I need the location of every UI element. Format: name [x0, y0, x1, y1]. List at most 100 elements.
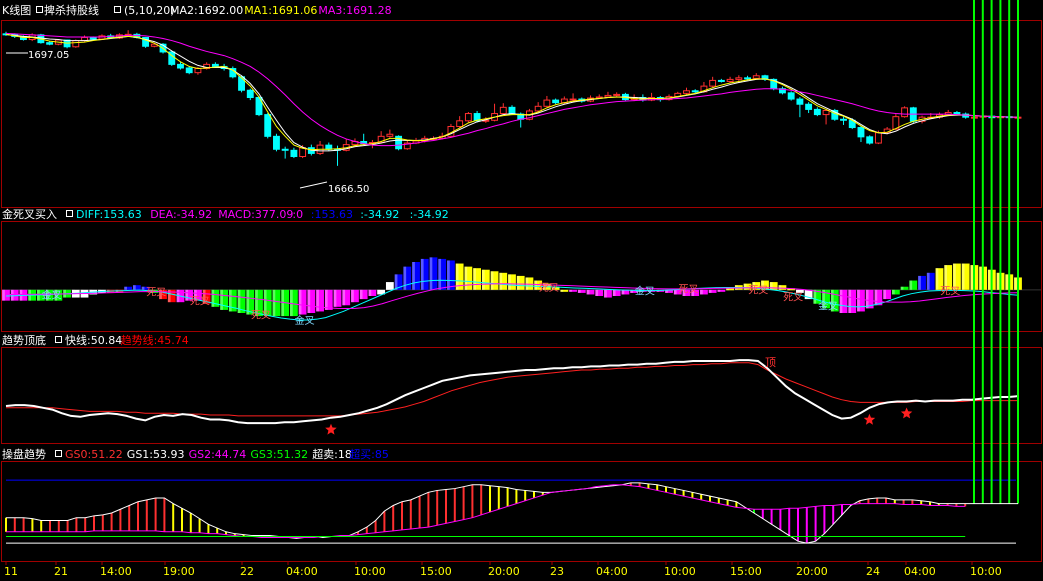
multi-panel-chart[interactable]: K线图 捭杀持股线 (5,10,20) MA2:1692.00 MA1:1691.… [0, 0, 1043, 581]
macd-legend-item: :-34.92 [360, 208, 399, 221]
death-cross-signal: 死叉 [940, 286, 960, 298]
macd-bar-highlight [342, 289, 346, 306]
kline-legend-item: MA1:1691.06 [244, 4, 317, 17]
gold-cross-signal: 金叉 [635, 285, 655, 298]
stock-chart-window: K线图 捭杀持股线 (5,10,20) MA2:1692.00 MA1:1691.… [0, 0, 1043, 581]
macd-bar-highlight [438, 258, 442, 290]
macd-bar-highlight [429, 257, 433, 290]
time-axis-label: 20:00 [796, 565, 828, 578]
macd-bar-highlight [891, 289, 895, 295]
macd-bar-highlight [298, 289, 302, 315]
macd-bar-highlight [534, 280, 538, 290]
macd-legend-item: DEA:-34.92 [150, 208, 212, 221]
kline-indicator-name[interactable]: 捭杀持股线 [44, 3, 99, 17]
macd-bar-highlight [508, 274, 511, 290]
candle-body [604, 94, 612, 98]
candle-body [46, 42, 54, 45]
trend-collapse-box[interactable] [55, 336, 62, 343]
macd-bar-highlight [926, 272, 930, 290]
oper-gs2-line [6, 484, 966, 538]
candle-body [89, 36, 97, 40]
ma-line-ma1 [5, 33, 1018, 151]
candle-body [499, 106, 507, 115]
candle-body [866, 136, 874, 144]
time-axis-label: 21 [54, 565, 68, 578]
time-axis-label: 10:00 [354, 565, 386, 578]
candle-body [194, 68, 202, 74]
macd-collapse-box[interactable] [66, 210, 73, 217]
time-axis-label: 10:00 [664, 565, 696, 578]
candle-body [72, 40, 80, 48]
macd-legend-item: :-34.92 [410, 208, 449, 221]
candle-body [264, 114, 272, 137]
macd-bar-highlight [987, 269, 991, 290]
macd-bar-highlight [839, 289, 843, 313]
macd-bar-highlight [211, 289, 215, 307]
kline-title: K线图 [2, 3, 31, 17]
macd-bar-highlight [132, 285, 136, 290]
macd-bar-highlight [874, 289, 878, 306]
candle-body [691, 90, 699, 93]
macd-bar-highlight [708, 289, 712, 293]
macd-bar-highlight [124, 286, 127, 290]
macd-bar-highlight [220, 289, 223, 310]
kline-params-box[interactable] [114, 6, 121, 13]
kline-params[interactable]: (5,10,20) [124, 4, 175, 17]
candle-body [543, 99, 551, 107]
time-axis-label: 15:00 [730, 565, 762, 578]
time-axis-label: 14:00 [100, 565, 132, 578]
macd-bar-highlight [420, 258, 424, 290]
macd-bar-highlight [10, 289, 14, 301]
macd-bar-highlight [141, 286, 145, 290]
candle-body [787, 92, 795, 100]
buy-star-marker [900, 407, 913, 419]
candle-body [857, 127, 865, 138]
kline-min-label: 1666.50 [328, 184, 369, 195]
gold-cross-signal: 金叉 [295, 314, 315, 327]
macd-bar-highlight [970, 265, 974, 290]
oper-legend-item: GS1:53.93 [127, 448, 185, 461]
kline-collapse-box[interactable] [36, 6, 43, 13]
candle-body [552, 99, 560, 104]
macd-bar-highlight [604, 289, 607, 298]
macd-bar-highlight [272, 289, 276, 317]
oper-header: 操盘趋势 GS0:51.22 GS1:53.93 GS2:44.74 GS3:51.3… [2, 447, 389, 461]
trend-frame [1, 347, 1042, 444]
macd-header: 金死叉买入 DIFF:153.63 DEA:-34.92 MACD:377.09:0… [2, 207, 449, 221]
macd-bar-highlight [307, 289, 311, 313]
macd-bar-highlight [778, 285, 782, 290]
ma-line-ma2 [5, 33, 1018, 152]
time-axis-label: 15:00 [420, 565, 452, 578]
candle-body [735, 77, 743, 80]
macd-plot: 金叉 死叉死叉死叉 金叉死叉 金叉 死叉 死叉死叉金叉死叉 [2, 257, 1041, 327]
buy-star-marker [863, 413, 876, 425]
death-cross-signal: 死叉 [748, 285, 768, 297]
time-axis-label: 20:00 [488, 565, 520, 578]
macd-bar-highlight [804, 289, 808, 300]
macd-bar-highlight [2, 289, 5, 301]
death-cross-signal: 死叉 [678, 283, 698, 295]
trend-plot [5, 359, 1019, 435]
candle-body [796, 98, 804, 105]
macd-bar-highlight [961, 263, 965, 290]
macd-title: 金死叉买入 [2, 207, 57, 221]
oper-frame [1, 461, 1042, 562]
macd-bar-highlight [377, 289, 380, 295]
oper-legend-item: GS0:51.22 [65, 448, 123, 461]
trend-legend-item: 快线:50.84 [65, 333, 122, 347]
candle-body [211, 63, 219, 67]
candle-body [717, 79, 725, 82]
macd-bar-highlight [481, 269, 485, 290]
macd-bar-highlight [673, 289, 677, 295]
oper-collapse-box[interactable] [55, 450, 62, 457]
candle-body [683, 90, 690, 94]
kline-legend-item: MA3:1691.28 [318, 4, 391, 17]
macd-bar-highlight [473, 268, 476, 290]
macd-bar-highlight [560, 289, 564, 292]
macd-bar-highlight [412, 262, 415, 290]
candle-body [464, 113, 472, 122]
macd-bar-highlight [324, 289, 328, 310]
candle-body [744, 77, 751, 80]
macd-bar-highlight [316, 289, 319, 312]
macd-bar-highlight [368, 289, 372, 296]
